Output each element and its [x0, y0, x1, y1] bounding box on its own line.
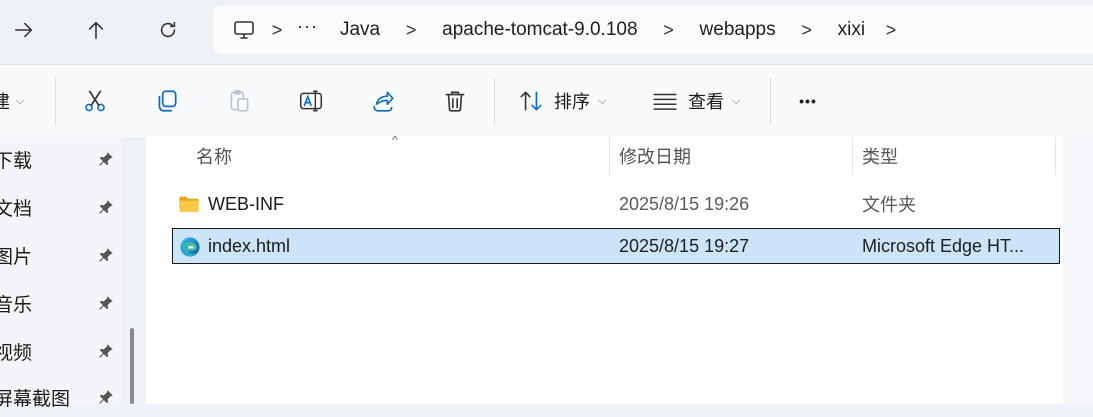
command-bar: 建 ⌵ 排序 ⌵ 查看 ⌵ ••• — [0, 64, 1093, 138]
sidebar-item-screenshots[interactable]: 屏幕截图 — [0, 377, 122, 417]
chevron-down-icon: ⌵ — [732, 94, 741, 107]
sidebar-item-label: 视频 — [0, 342, 33, 364]
sidebar-item-downloads[interactable]: 下载 — [0, 139, 122, 179]
forward-arrow-icon — [14, 22, 33, 38]
this-pc-icon[interactable] — [231, 17, 257, 43]
sort-button[interactable]: 排序 ⌵ — [518, 83, 614, 119]
delete-icon — [445, 91, 465, 112]
copy-icon — [158, 90, 177, 112]
column-divider[interactable] — [1055, 137, 1056, 175]
breadcrumb-tomcat[interactable]: apache-tomcat-9.0.108 — [442, 19, 637, 41]
column-header-label: 类型 — [862, 147, 898, 167]
new-label: 建 — [0, 92, 10, 112]
column-header-label: 修改日期 — [619, 147, 691, 167]
chevron-down-icon: ⌵ — [16, 94, 25, 107]
column-divider[interactable] — [609, 137, 610, 175]
rename-icon — [299, 90, 323, 112]
pin-icon[interactable] — [97, 294, 115, 312]
pin-icon[interactable] — [97, 246, 115, 264]
up-arrow-icon — [88, 21, 104, 40]
sort-icon — [520, 91, 542, 111]
file-name: WEB-INF — [208, 193, 284, 214]
share-button[interactable] — [366, 83, 400, 119]
toolbar-divider — [770, 77, 771, 125]
sidebar-item-label: 图片 — [0, 246, 33, 268]
table-row-selected[interactable]: index.html 2025/8/15 19:27 Microsoft Edg… — [172, 228, 1060, 264]
breadcrumb-separator[interactable]: > — [257, 20, 297, 41]
paste-button[interactable] — [222, 83, 256, 119]
file-name: index.html — [208, 235, 291, 256]
column-divider[interactable] — [852, 137, 853, 175]
toolbar-divider — [55, 77, 56, 125]
details-pane-edge — [1063, 137, 1093, 404]
breadcrumb-separator[interactable]: > — [865, 20, 917, 41]
view-button[interactable]: 查看 ⌵ — [652, 83, 752, 119]
copy-button[interactable] — [150, 83, 184, 119]
cut-icon — [85, 90, 105, 112]
new-button[interactable]: 建 ⌵ — [0, 83, 40, 119]
breadcrumb-webapps[interactable]: webapps — [700, 19, 776, 41]
more-icon: ••• — [799, 93, 817, 109]
pin-icon[interactable] — [97, 150, 115, 168]
toolbar-divider — [494, 77, 495, 125]
share-icon — [373, 91, 394, 112]
file-list: ^ 名称 修改日期 类型 WEB-INF 2025/8/15 19:26 文件夹 — [146, 133, 1063, 404]
breadcrumb-java[interactable]: Java — [340, 19, 380, 41]
sidebar-item-label: 音乐 — [0, 294, 33, 316]
breadcrumb-xixi[interactable]: xixi — [838, 19, 865, 41]
cut-button[interactable] — [78, 83, 112, 119]
navigation-pane: 下载 文档 图片 音乐 视频 屏幕截图 — [0, 137, 122, 410]
sidebar-item-pictures[interactable]: 图片 — [0, 235, 122, 275]
edge-icon — [180, 237, 200, 257]
sidebar-item-videos[interactable]: 视频 — [0, 331, 122, 371]
file-modified: 2025/8/15 19:26 — [619, 193, 750, 214]
file-type: Microsoft Edge HT... — [862, 235, 1025, 256]
sort-label: 排序 — [554, 92, 590, 112]
breadcrumb-separator[interactable]: > — [380, 20, 442, 41]
breadcrumb-separator[interactable]: > — [638, 20, 700, 41]
refresh-button[interactable] — [148, 10, 188, 50]
sidebar-item-label: 屏幕截图 — [0, 388, 71, 410]
chevron-down-icon: ⌵ — [598, 94, 607, 107]
sidebar-scrollbar-track[interactable] — [122, 137, 146, 404]
column-header-label: 名称 — [196, 147, 232, 167]
more-options-button[interactable]: ••• — [790, 83, 826, 119]
forward-button[interactable] — [4, 10, 44, 50]
pin-icon[interactable] — [97, 388, 115, 406]
refresh-icon — [160, 21, 176, 38]
pin-icon[interactable] — [97, 342, 115, 360]
sidebar-item-music[interactable]: 音乐 — [0, 283, 122, 323]
sidebar-item-label: 文档 — [0, 198, 33, 220]
column-header-name[interactable]: 名称 — [196, 137, 608, 175]
sidebar-item-label: 下载 — [0, 150, 33, 172]
column-header-modified[interactable]: 修改日期 — [619, 137, 851, 175]
file-modified: 2025/8/15 19:27 — [619, 235, 750, 256]
pin-icon[interactable] — [97, 198, 115, 216]
view-label: 查看 — [688, 92, 724, 112]
folder-icon — [179, 196, 199, 212]
column-header-type[interactable]: 类型 — [862, 137, 1052, 175]
view-icon — [653, 93, 677, 110]
table-row[interactable]: WEB-INF 2025/8/15 19:26 文件夹 — [172, 186, 1060, 222]
delete-button[interactable] — [438, 83, 472, 119]
file-type: 文件夹 — [862, 195, 916, 215]
breadcrumb-separator[interactable]: > — [776, 20, 838, 41]
breadcrumb-overflow[interactable]: ··· — [297, 16, 318, 37]
address-bar[interactable]: > ··· Java > apache-tomcat-9.0.108 > web… — [213, 6, 1093, 54]
paste-icon — [230, 90, 249, 112]
sidebar-item-documents[interactable]: 文档 — [0, 187, 122, 227]
navigation-bar: > ··· Java > apache-tomcat-9.0.108 > web… — [0, 0, 1093, 62]
up-button[interactable] — [76, 10, 116, 50]
sidebar-scrollbar-thumb[interactable] — [130, 328, 134, 404]
rename-button[interactable] — [294, 83, 328, 119]
